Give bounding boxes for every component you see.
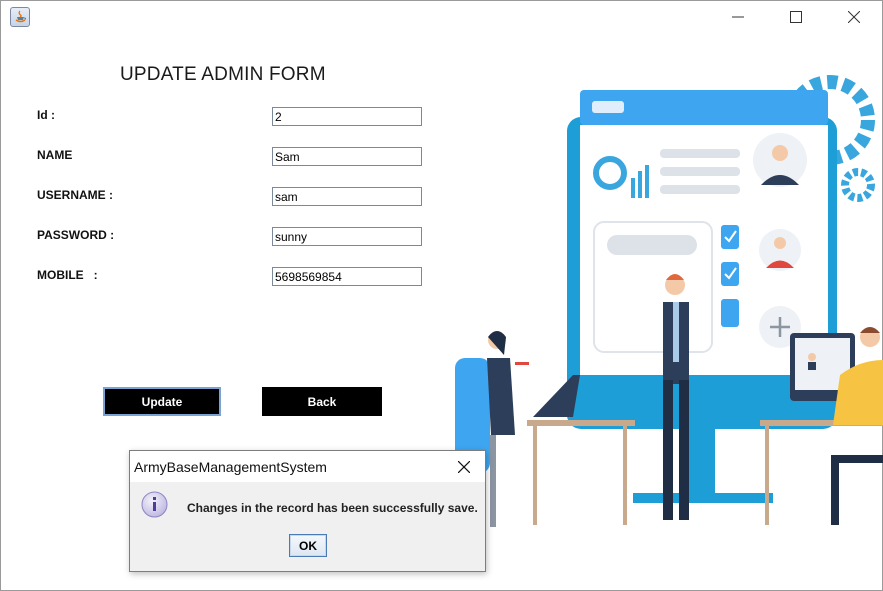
java-app-icon[interactable] — [10, 7, 30, 27]
username-label: USERNAME : — [37, 188, 114, 202]
mobile-label: MOBILE : — [37, 268, 98, 282]
form-title: UPDATE ADMIN FORM — [120, 64, 326, 85]
back-button[interactable]: Back — [262, 387, 382, 416]
dialog-title: ArmyBaseManagementSystem — [134, 459, 327, 475]
id-label: Id : — [37, 108, 55, 122]
dialog-close-button[interactable] — [454, 457, 474, 477]
username-field[interactable]: sam — [272, 187, 422, 206]
dialog-message: Changes in the record has been successfu… — [187, 501, 478, 515]
admin-dashboard-illustration — [455, 75, 883, 527]
password-field[interactable]: sunny — [272, 227, 422, 246]
update-button[interactable]: Update — [103, 387, 221, 416]
close-icon — [458, 461, 470, 473]
close-button[interactable] — [831, 0, 877, 34]
info-icon — [141, 491, 168, 518]
name-label: NAME — [37, 148, 73, 162]
minimize-button[interactable] — [715, 0, 761, 34]
gear-icon — [841, 168, 875, 202]
dialog-titlebar[interactable]: ArmyBaseManagementSystem — [130, 451, 485, 482]
mobile-field[interactable]: 5698569854 — [272, 267, 422, 286]
ok-button[interactable]: OK — [289, 534, 327, 557]
close-icon — [848, 11, 860, 23]
id-field[interactable]: 2 — [272, 107, 422, 126]
minimize-icon — [732, 16, 744, 18]
password-label: PASSWORD : — [37, 228, 115, 242]
message-dialog[interactable]: ArmyBaseManagementSystem Changes in the … — [129, 450, 486, 572]
maximize-button[interactable] — [773, 0, 819, 34]
maximize-icon — [790, 11, 802, 23]
name-field[interactable]: Sam — [272, 147, 422, 166]
